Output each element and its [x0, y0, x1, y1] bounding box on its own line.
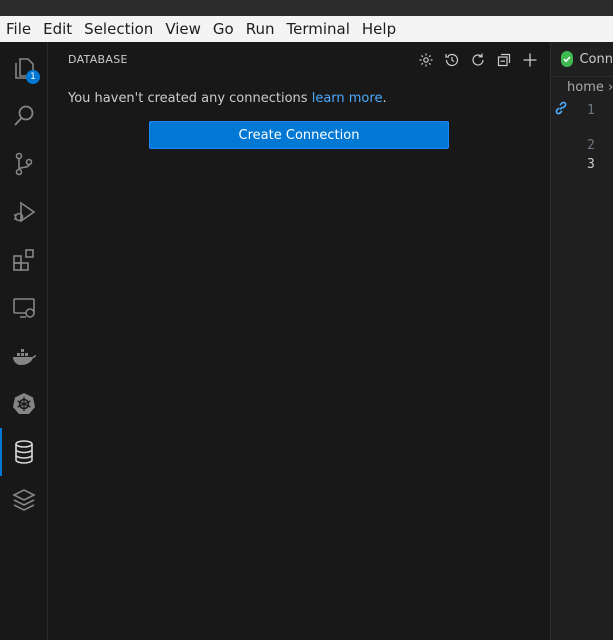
remote-explorer-icon [13, 298, 35, 318]
search-icon [14, 105, 34, 126]
refresh-button[interactable] [468, 50, 488, 70]
window-title-strip [0, 0, 613, 16]
run-debug-button[interactable] [0, 188, 48, 236]
menu-help[interactable]: Help [356, 16, 402, 42]
menu-selection[interactable]: Selection [78, 16, 159, 42]
editor-area: Conn home › 1 2 3 [551, 42, 613, 640]
kubernetes-button[interactable] [0, 380, 48, 428]
extensions-button[interactable] [0, 236, 48, 284]
link-icon[interactable] [553, 100, 569, 120]
check-icon [561, 51, 574, 67]
source-control-icon [15, 152, 33, 176]
source-control-button[interactable] [0, 140, 48, 188]
add-icon [523, 53, 537, 67]
database-button[interactable] [0, 428, 48, 476]
layers-button[interactable] [0, 476, 48, 524]
menu-go[interactable]: Go [207, 16, 240, 42]
sidebar-title: DATABASE [68, 53, 128, 66]
explorer-button[interactable]: 1 [0, 44, 48, 92]
explorer-badge: 1 [26, 70, 40, 84]
menu-file[interactable]: File [0, 16, 37, 42]
kubernetes-icon [13, 393, 35, 414]
database-sidebar: DATABASE You haven't created any connect… [48, 42, 550, 640]
message-end: . [382, 91, 387, 106]
sidebar-actions [416, 50, 540, 70]
collapse-all-button[interactable] [494, 50, 514, 70]
menu-terminal[interactable]: Terminal [281, 16, 356, 42]
menu-edit[interactable]: Edit [37, 16, 78, 42]
history-icon [445, 53, 459, 67]
empty-connections-message: You haven't created any connections lear… [68, 91, 387, 106]
remote-explorer-button[interactable] [0, 284, 48, 332]
settings-button[interactable] [416, 50, 436, 70]
breadcrumb[interactable]: home › [567, 80, 613, 95]
create-connection-button[interactable]: Create Connection [149, 121, 449, 149]
chevron-right-icon: › [608, 80, 613, 95]
docker-button[interactable] [0, 332, 48, 380]
line-number: 1 [587, 103, 595, 118]
layers-icon [12, 489, 36, 511]
learn-more-link[interactable]: learn more [312, 91, 383, 106]
settings-icon [419, 53, 433, 67]
line-number-active: 3 [587, 157, 595, 172]
history-button[interactable] [442, 50, 462, 70]
database-icon [15, 440, 33, 464]
menu-view[interactable]: View [159, 16, 207, 42]
collapse-all-icon [497, 53, 511, 67]
refresh-icon [472, 53, 484, 66]
menu-bar: File Edit Selection View Go Run Terminal… [0, 16, 613, 42]
add-button[interactable] [520, 50, 540, 70]
extensions-icon [13, 249, 34, 271]
tab-label: Conn [579, 51, 613, 67]
search-button[interactable] [0, 92, 48, 140]
docker-icon [13, 349, 36, 365]
menu-run[interactable]: Run [240, 16, 281, 42]
activity-bar: 1 [0, 42, 48, 640]
message-text: You haven't created any connections [68, 91, 312, 106]
run-debug-icon [14, 201, 36, 223]
breadcrumb-home[interactable]: home [567, 80, 604, 95]
editor-tab[interactable]: Conn [551, 42, 613, 77]
line-number: 2 [587, 138, 595, 153]
